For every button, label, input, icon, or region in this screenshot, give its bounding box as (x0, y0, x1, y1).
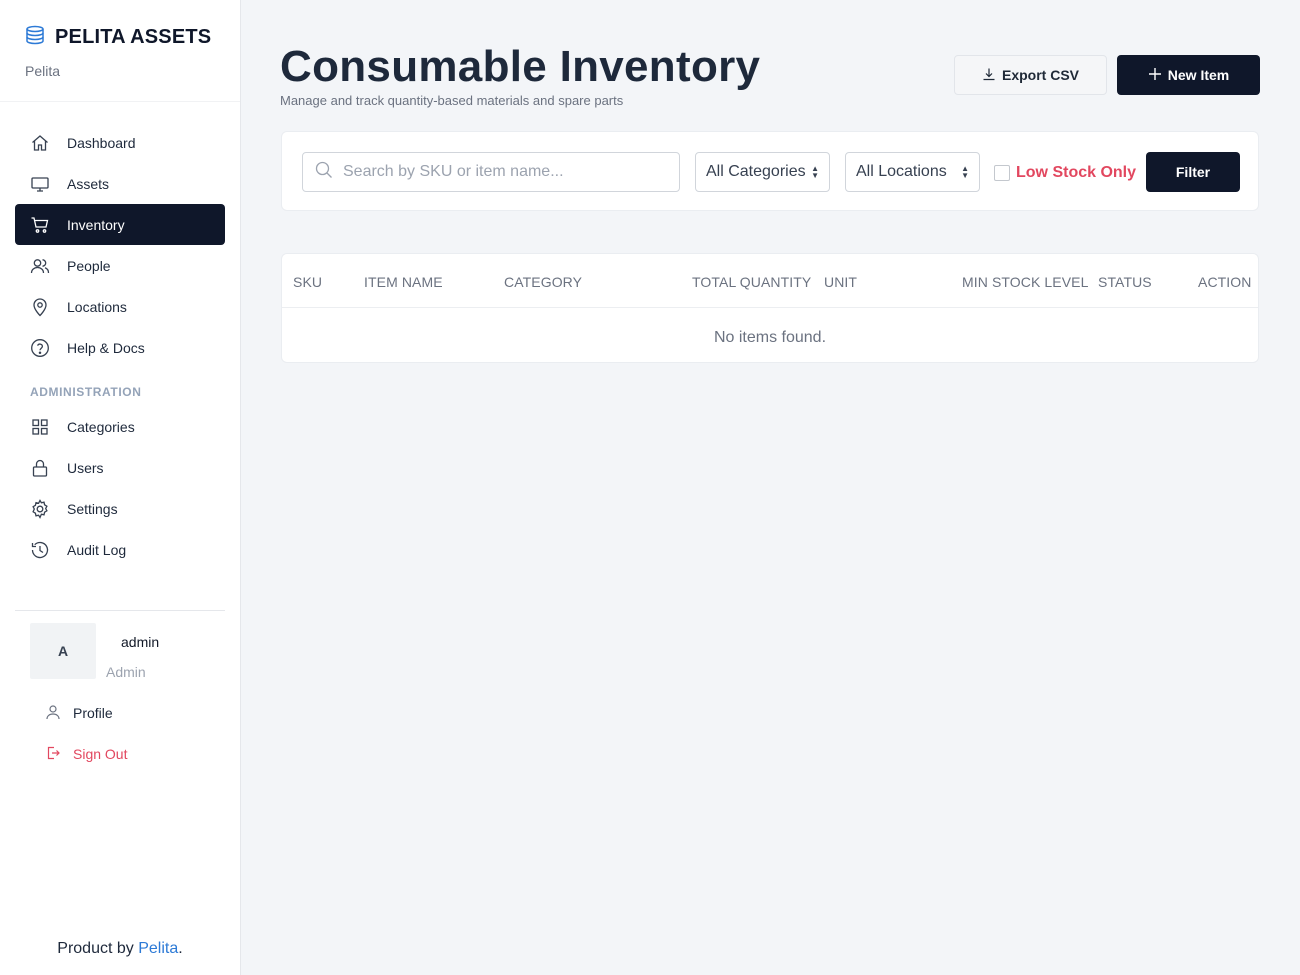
nav-item-people[interactable]: People (15, 245, 225, 286)
nav-section-administration: ADMINISTRATION (30, 385, 142, 399)
grid-icon (30, 417, 50, 437)
nav-item-categories[interactable]: Categories (15, 406, 225, 447)
nav-item-inventory[interactable]: Inventory (15, 204, 225, 245)
footer-prefix: Product by (57, 940, 139, 957)
column-header-action: ACTION (1198, 274, 1252, 290)
footer-suffix: . (178, 940, 183, 957)
location-select[interactable]: All Locations ▲ ▼ (845, 152, 980, 192)
nav-label: Locations (67, 298, 127, 315)
divider (15, 610, 225, 611)
sign-out-link[interactable]: Sign Out (45, 744, 127, 764)
nav-item-assets[interactable]: Assets (15, 163, 225, 204)
database-icon (25, 25, 45, 50)
nav-item-dashboard[interactable]: Dashboard (15, 122, 225, 163)
sign-out-label: Sign Out (73, 746, 128, 762)
column-header-min-stock-level[interactable]: MIN STOCK LEVEL (962, 274, 1089, 290)
low-stock-label: Low Stock Only (1016, 164, 1137, 181)
nav-label: Audit Log (67, 541, 127, 558)
export-csv-button[interactable]: Export CSV (954, 55, 1107, 95)
help-icon (30, 338, 50, 358)
user-name: admin (121, 634, 160, 650)
profile-link[interactable]: Profile (45, 703, 113, 723)
footer-link[interactable]: Pelita (138, 940, 178, 957)
page-title: Consumable Inventory (280, 42, 761, 91)
select-caret-icon: ▲ ▼ (811, 164, 819, 180)
search-box[interactable] (302, 152, 680, 192)
nav-item-locations[interactable]: Locations (15, 286, 225, 327)
brand-subtitle: Pelita (25, 63, 61, 79)
category-value: All Categories (706, 163, 806, 180)
nav-label: Help & Docs (67, 339, 145, 356)
filter-button[interactable]: Filter (1146, 152, 1240, 192)
sidebar: PELITA ASSETS Pelita Dashboard Assets In… (0, 0, 241, 975)
plus-icon (1148, 67, 1162, 84)
column-header-item-name[interactable]: ITEM NAME (364, 274, 443, 290)
column-header-unit[interactable]: UNIT (824, 274, 857, 290)
nav-label: Assets (67, 175, 110, 192)
category-select[interactable]: All Categories ▲ ▼ (695, 152, 830, 192)
download-icon (982, 67, 996, 84)
location-value: All Locations (856, 163, 947, 180)
column-header-category[interactable]: CATEGORY (504, 274, 582, 290)
nav-label: Categories (67, 418, 135, 435)
lock-icon (30, 458, 50, 478)
nav-label: People (67, 257, 111, 274)
nav-item-users[interactable]: Users (15, 447, 225, 488)
nav-label: Inventory (67, 216, 125, 233)
select-caret-icon: ▲ ▼ (961, 164, 969, 180)
nav-item-settings[interactable]: Settings (15, 488, 225, 529)
low-stock-checkbox[interactable] (994, 165, 1010, 181)
new-item-label: New Item (1167, 67, 1230, 83)
page-subtitle: Manage and track quantity-based material… (280, 93, 624, 108)
new-item-button[interactable]: New Item (1117, 55, 1260, 95)
profile-label: Profile (73, 705, 113, 721)
gear-icon (30, 498, 50, 519)
user-icon (45, 704, 61, 723)
column-header-total-quantity[interactable]: TOTAL QUANTITY (692, 274, 811, 290)
footer: Product by Pelita. (0, 940, 240, 958)
divider (282, 307, 1258, 308)
users-icon (30, 256, 50, 276)
nav-item-help[interactable]: Help & Docs (15, 327, 225, 368)
nav-label: Users (67, 459, 104, 476)
avatar: A (30, 623, 96, 679)
empty-state: No items found. (713, 329, 827, 346)
nav-label: Dashboard (67, 134, 136, 151)
export-label: Export CSV (1001, 67, 1079, 83)
map-pin-icon (30, 297, 50, 317)
nav-label: Settings (67, 500, 118, 517)
low-stock-toggle[interactable]: Low Stock Only (994, 164, 1136, 182)
nav-item-audit-log[interactable]: Audit Log (15, 529, 225, 570)
inventory-table: SKU ITEM NAME CATEGORY TOTAL QUANTITY UN… (281, 253, 1259, 363)
history-icon (30, 540, 50, 560)
brand-name: PELITA ASSETS (55, 26, 212, 48)
divider (0, 101, 240, 102)
search-input[interactable] (343, 163, 663, 181)
user-role: Admin (106, 664, 146, 680)
filter-card: All Categories ▲▼ All Locations ▲▼ Low S… (281, 131, 1259, 211)
home-icon (30, 133, 50, 153)
monitor-icon (30, 174, 50, 194)
search-icon (315, 161, 333, 184)
logout-icon (45, 745, 61, 764)
column-header-sku[interactable]: SKU (293, 274, 322, 290)
cart-icon (30, 215, 50, 235)
column-header-status[interactable]: STATUS (1098, 274, 1152, 290)
brand[interactable]: PELITA ASSETS (25, 25, 211, 50)
